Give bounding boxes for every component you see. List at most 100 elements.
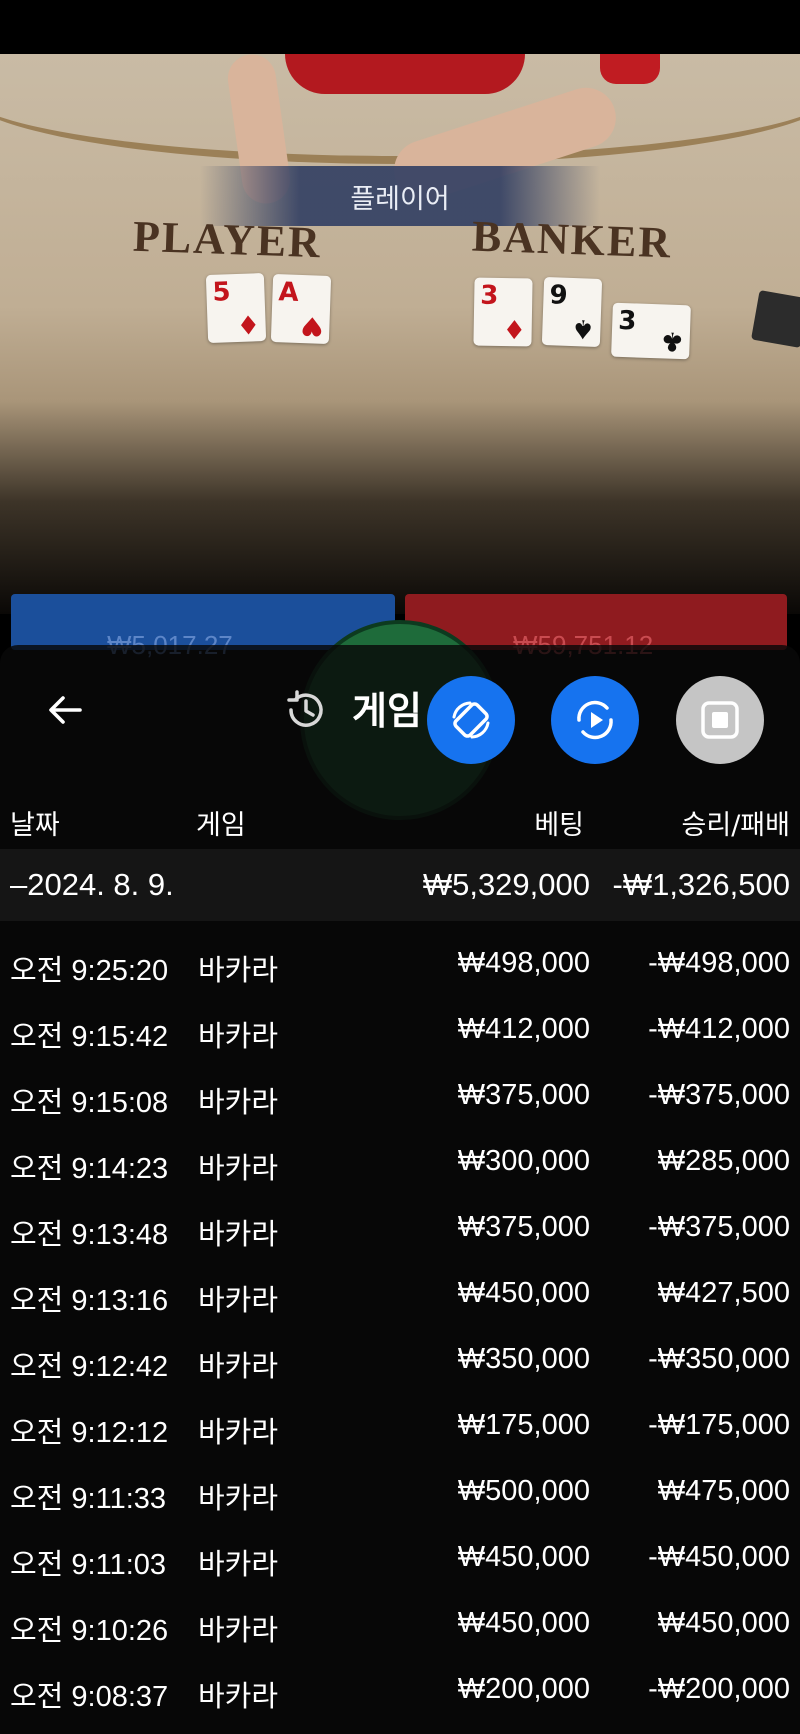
row-game: 바카라 xyxy=(198,1547,279,1581)
row-time: 오전 9:11:03 xyxy=(10,1549,167,1581)
row-bet: ₩375,000 xyxy=(457,1211,590,1243)
row-result: -₩350,000 xyxy=(648,1343,790,1375)
card-rank: 5 xyxy=(211,277,232,308)
dealer-sleeve xyxy=(600,54,660,84)
row-result: -₩375,000 xyxy=(648,1079,790,1111)
player-card: A ♥ xyxy=(270,274,332,344)
row-time: 오전 9:13:48 xyxy=(10,1219,169,1251)
date-group-row[interactable]: –2024. 8. 9. ₩5,329,000 -₩1,326,500 xyxy=(0,849,800,921)
panel-header: 게임 xyxy=(0,645,800,775)
card-rank: 3 xyxy=(480,280,499,311)
row-bet: ₩375,000 xyxy=(457,1079,590,1111)
arrow-left-icon xyxy=(49,696,82,724)
date-group-bet-total: ₩5,329,000 xyxy=(422,867,590,902)
row-time: 오전 9:12:42 xyxy=(10,1351,169,1383)
history-row[interactable]: 오전 9:13:48 바카라 ₩375,000 -₩375,000 xyxy=(0,1199,800,1259)
row-bet: ₩412,000 xyxy=(457,1013,590,1045)
history-column-headers: 날짜 게임 베팅 승리/패배 xyxy=(0,795,800,845)
history-row[interactable]: 오전 9:12:12 바카라 ₩175,000 -₩175,000 xyxy=(0,1397,800,1457)
row-bet: ₩500,000 xyxy=(457,1475,590,1507)
history-row[interactable]: 오전 9:11:03 바카라 ₩450,000 -₩450,000 xyxy=(0,1529,800,1589)
row-time: 오전 9:25:20 xyxy=(10,955,169,987)
row-result: ₩450,000 xyxy=(657,1607,790,1639)
video-sync-button[interactable] xyxy=(551,676,639,764)
row-bet: ₩175,000 xyxy=(457,1409,590,1441)
card-suit: ♣ xyxy=(659,325,685,357)
stop-icon xyxy=(701,701,739,739)
stop-button[interactable] xyxy=(676,676,764,764)
history-row[interactable]: 오전 9:11:33 바카라 ₩500,000 ₩475,000 xyxy=(0,1463,800,1523)
panel-title: 게임 xyxy=(352,689,422,733)
row-game: 바카라 xyxy=(198,1679,279,1713)
history-row[interactable]: 오전 9:10:26 바카라 ₩450,000 ₩450,000 xyxy=(0,1595,800,1655)
history-row[interactable]: 오전 9:14:23 바카라 ₩300,000 ₩285,000 xyxy=(0,1133,800,1193)
row-time: 오전 9:15:42 xyxy=(10,1021,169,1053)
card-rank: A xyxy=(278,277,300,308)
row-result: ₩285,000 xyxy=(657,1145,790,1177)
back-button[interactable] xyxy=(30,675,100,745)
row-bet: ₩498,000 xyxy=(457,947,590,979)
card-shoe xyxy=(751,290,800,348)
row-time: 오전 9:11:33 xyxy=(10,1483,167,1515)
card-suit: ♥ xyxy=(299,309,324,341)
game-history-panel: 게임 날짜 게임 베팅 승리/패배 –2024. 8. 9. ₩5,329,00… xyxy=(0,645,800,1734)
player-table-label: PLAYER xyxy=(132,211,323,268)
history-row[interactable]: 오전 9:15:42 바카라 ₩412,000 -₩412,000 xyxy=(0,1001,800,1061)
column-header-result: 승리/패배 xyxy=(681,810,790,841)
history-row[interactable]: 오전 9:13:16 바카라 ₩450,000 ₩427,500 xyxy=(0,1265,800,1325)
row-game: 바카라 xyxy=(198,1151,279,1185)
row-game: 바카라 xyxy=(198,1481,279,1515)
row-time: 오전 9:13:16 xyxy=(10,1285,169,1317)
row-result: ₩427,500 xyxy=(657,1277,790,1309)
date-group-result-total: -₩1,326,500 xyxy=(612,867,791,902)
history-row[interactable]: 오전 9:12:42 바카라 ₩350,000 -₩350,000 xyxy=(0,1331,800,1391)
rotate-screen-button[interactable] xyxy=(427,676,515,764)
column-header-game: 게임 xyxy=(196,810,246,841)
row-bet: ₩350,000 xyxy=(457,1343,590,1375)
banker-table-label: BANKER xyxy=(471,211,674,268)
row-result: -₩450,000 xyxy=(648,1541,790,1573)
row-result: -₩498,000 xyxy=(648,947,790,979)
card-suit: ♦ xyxy=(235,308,261,339)
row-game: 바카라 xyxy=(198,1283,279,1317)
row-time: 오전 9:10:26 xyxy=(10,1615,169,1647)
dealer xyxy=(285,54,525,94)
row-time: 오전 9:14:23 xyxy=(10,1153,169,1185)
row-time: 오전 9:12:12 xyxy=(10,1417,169,1449)
row-result: -₩412,000 xyxy=(648,1013,790,1045)
row-result: -₩175,000 xyxy=(648,1409,790,1441)
card-rank: 3 xyxy=(617,305,637,337)
row-game: 바카라 xyxy=(198,1085,279,1119)
row-result: -₩375,000 xyxy=(648,1211,790,1243)
date-group-label: –2024. 8. 9. xyxy=(10,867,174,902)
row-game: 바카라 xyxy=(198,1217,279,1251)
rotate-screen-icon xyxy=(452,701,490,739)
result-banner-text: 플레이어 xyxy=(350,183,450,215)
play-sync-icon xyxy=(577,700,613,740)
row-time: 오전 9:15:08 xyxy=(10,1087,169,1119)
history-row[interactable]: 오전 9:08:37 바카라 ₩200,000 -₩200,000 xyxy=(0,1661,800,1721)
row-game: 바카라 xyxy=(198,1415,279,1449)
column-header-bet: 베팅 xyxy=(534,810,584,841)
column-header-date: 날짜 xyxy=(10,810,60,841)
row-time: 오전 9:08:37 xyxy=(10,1681,169,1713)
history-row[interactable]: 오전 9:25:20 바카라 ₩498,000 -₩498,000 xyxy=(0,935,800,995)
card-suit: ♦ xyxy=(502,312,526,344)
player-card: 5 ♦ xyxy=(205,273,267,343)
row-bet: ₩300,000 xyxy=(457,1145,590,1177)
row-result: -₩200,000 xyxy=(648,1673,790,1705)
row-game: 바카라 xyxy=(198,953,279,987)
card-rank: 9 xyxy=(549,280,569,311)
card-suit: ♠ xyxy=(570,312,595,344)
row-bet: ₩450,000 xyxy=(457,1277,590,1309)
history-icon xyxy=(287,690,323,727)
row-bet: ₩450,000 xyxy=(457,1541,590,1573)
row-result: ₩475,000 xyxy=(657,1475,790,1507)
history-row[interactable]: 오전 9:15:08 바카라 ₩375,000 -₩375,000 xyxy=(0,1067,800,1127)
row-bet: ₩450,000 xyxy=(457,1607,590,1639)
banker-card: 3 ♣ xyxy=(611,302,691,360)
row-game: 바카라 xyxy=(198,1019,279,1053)
live-video-feed: 플레이어 PLAYER BANKER 5 ♦ A ♥ 3 ♦ 9 ♠ 3 ♣ xyxy=(0,54,800,614)
banker-card: 9 ♠ xyxy=(541,277,603,347)
row-game: 바카라 xyxy=(198,1349,279,1383)
